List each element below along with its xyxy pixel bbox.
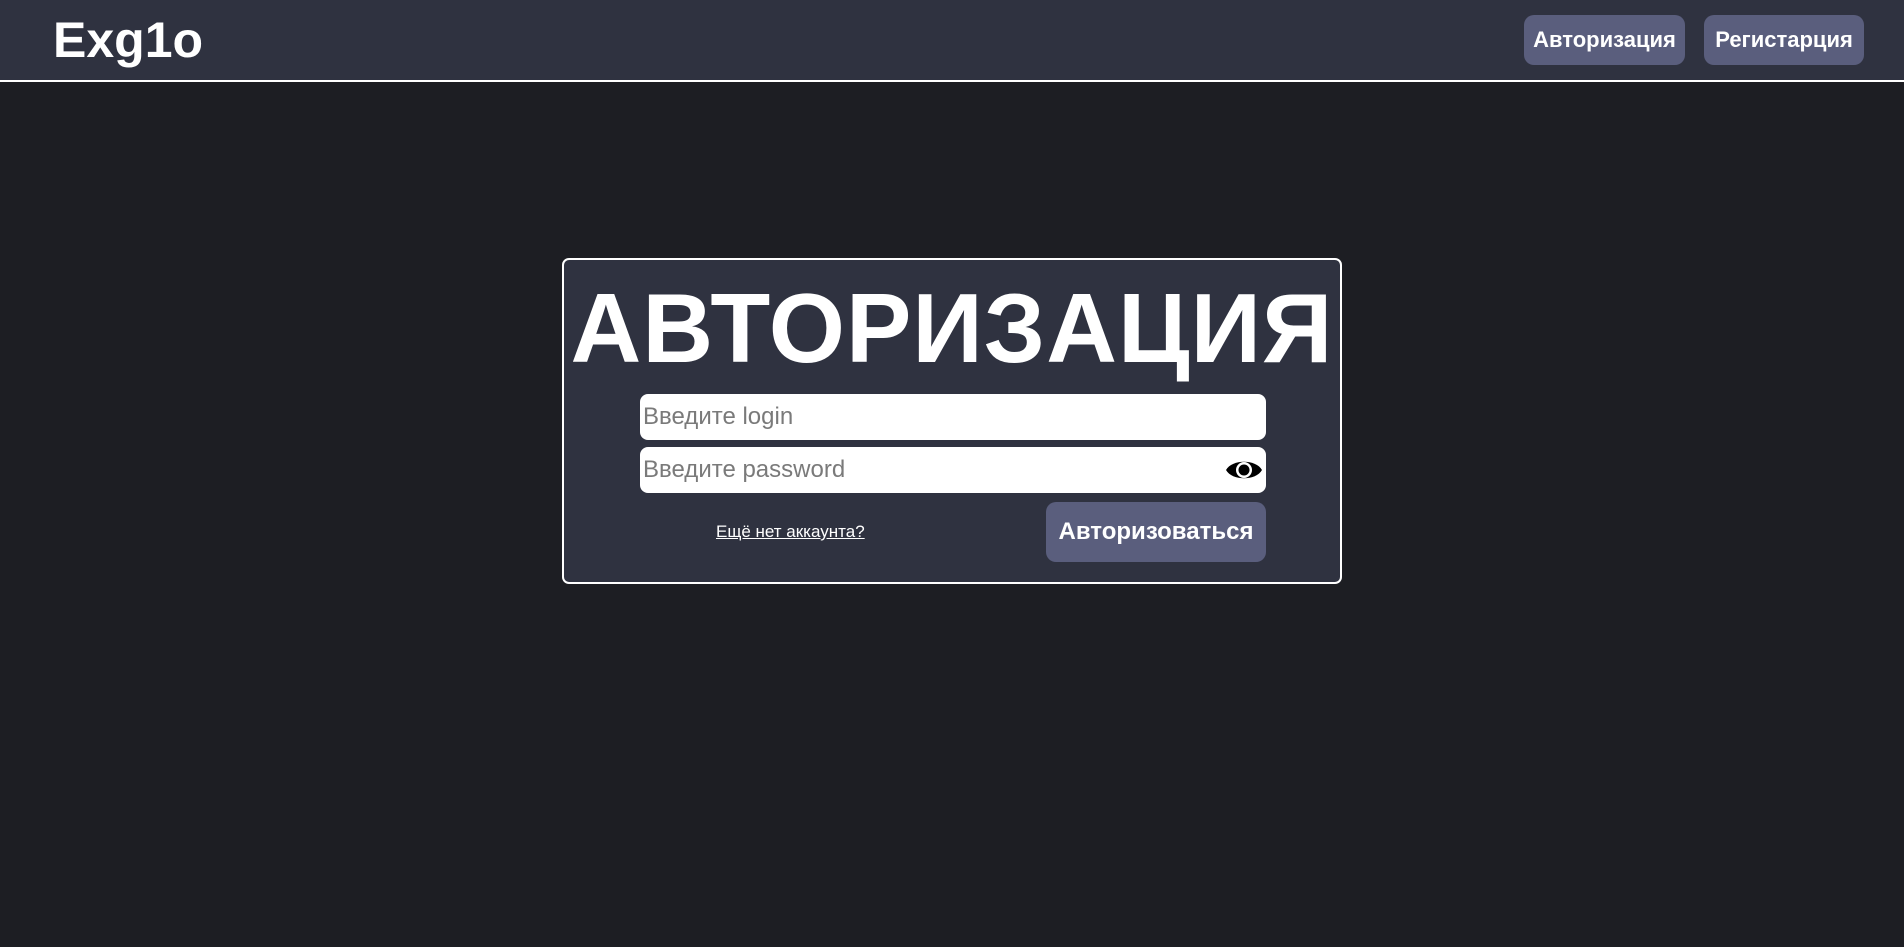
nav-register-button[interactable]: Регистарция: [1704, 15, 1864, 65]
nav-login-button[interactable]: Авторизация: [1524, 15, 1685, 65]
eye-icon[interactable]: [1224, 454, 1264, 486]
login-submit-button[interactable]: Авторизоваться: [1046, 502, 1266, 562]
top-header: Exg1o Авторизация Регистарция: [0, 0, 1904, 82]
auth-card: АВТОРИЗАЦИЯ Ещё нет аккаунта? Авторизова…: [562, 258, 1342, 584]
auth-title: АВТОРИЗАЦИЯ: [570, 273, 1334, 383]
password-field-wrapper: [640, 447, 1266, 493]
login-field-wrapper: [640, 394, 1266, 440]
site-logo[interactable]: Exg1o: [53, 12, 203, 68]
password-input[interactable]: [640, 447, 1220, 493]
signup-link[interactable]: Ещё нет аккаунта?: [716, 522, 865, 542]
login-input[interactable]: [640, 394, 1266, 440]
